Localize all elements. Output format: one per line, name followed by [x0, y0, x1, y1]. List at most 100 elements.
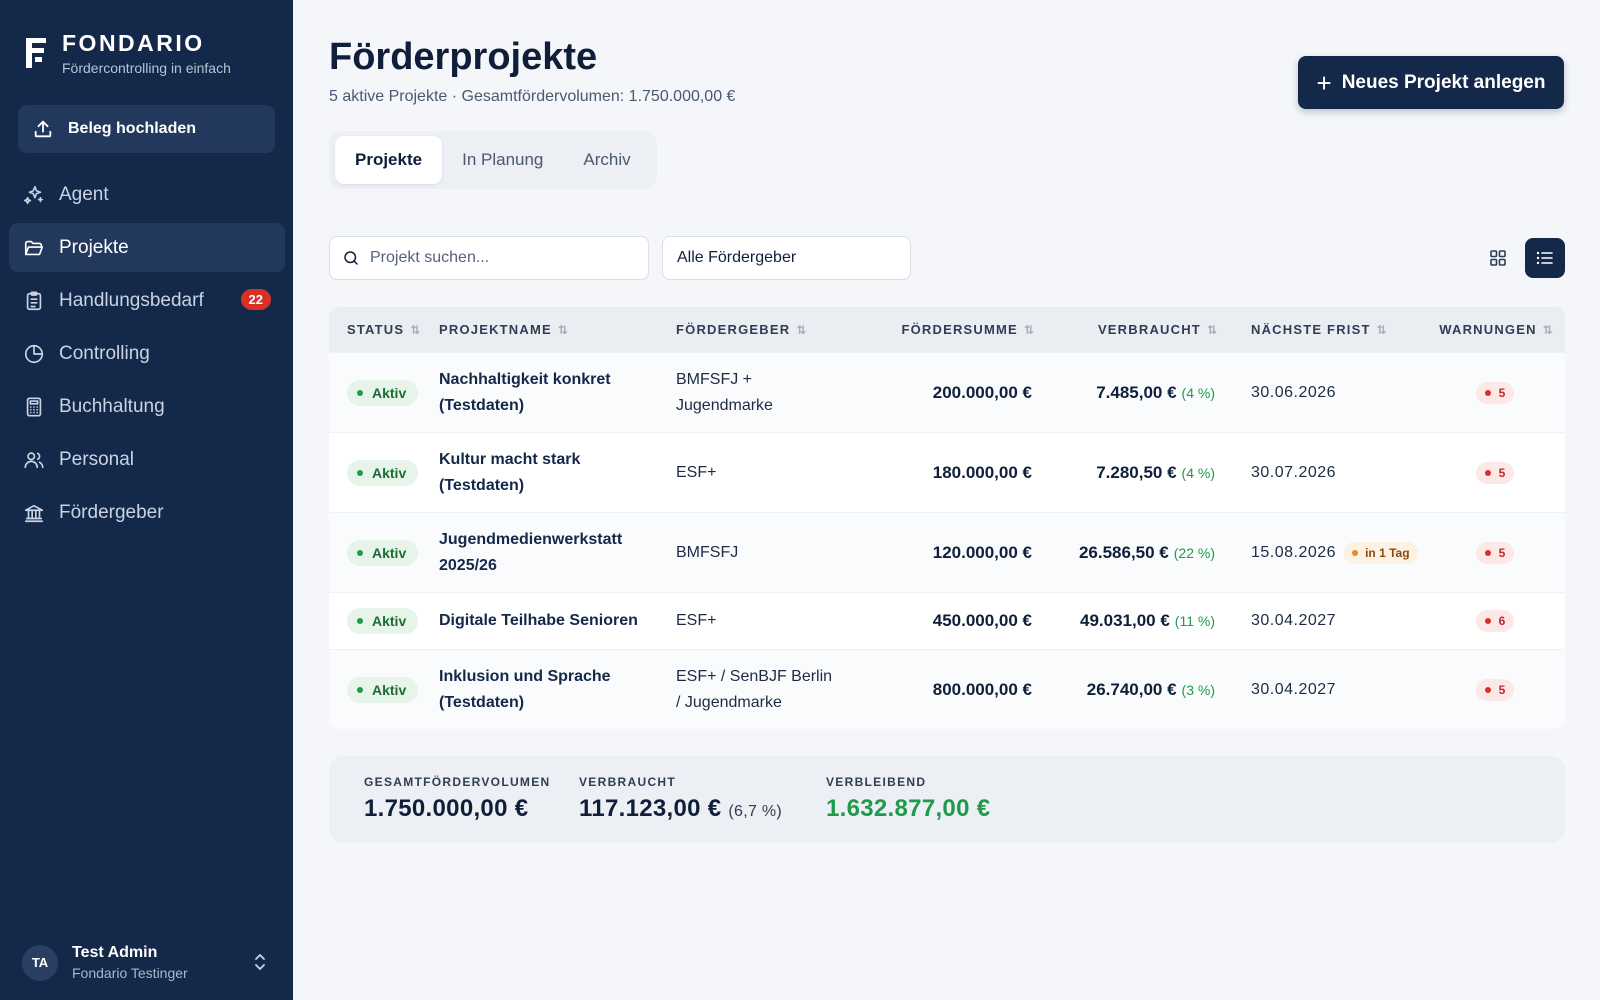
sidebar-item-projekte[interactable]: Projekte	[9, 223, 285, 272]
used-amount: 26.740,00 €	[1086, 679, 1177, 699]
sort-icon: ⇅	[1023, 322, 1034, 337]
upload-receipt-button[interactable]: Beleg hochladen	[18, 105, 275, 153]
sidebar-item-controlling[interactable]: Controlling	[9, 329, 285, 378]
funding-amount: 800.000,00 €	[932, 679, 1032, 699]
sidebar-item-handlungsbedarf[interactable]: Handlungsbedarf 22	[9, 276, 285, 325]
sidebar-nav: Agent Projekte Handlungsbedarf 22 Contro…	[9, 170, 285, 541]
warnings-cell: 6	[1425, 610, 1565, 632]
sidebar-item-buchhaltung[interactable]: Buchhaltung	[9, 382, 285, 431]
funder-filter-select[interactable]: Alle Fördergeber	[662, 236, 911, 280]
project-name-cell[interactable]: Inklusion und Sprache (Testdaten)	[439, 664, 676, 716]
column-header-warnungen[interactable]: WARNUNGEN ⇅	[1425, 322, 1565, 337]
grid-icon	[1490, 250, 1506, 266]
project-name-cell[interactable]: Jugendmedienwerkstatt 2025/26	[439, 527, 676, 579]
table-row[interactable]: Aktiv Kultur macht stark (Testdaten) ESF+…	[329, 432, 1565, 512]
column-header-projektname[interactable]: PROJEKTNAME ⇅	[439, 322, 676, 337]
status-dot	[357, 389, 363, 396]
project-name-line2: (Testdaten)	[439, 396, 525, 414]
table-row[interactable]: Aktiv Jugendmedienwerkstatt 2025/26 BMFSF…	[329, 512, 1565, 592]
warnings-badge[interactable]: 5	[1475, 381, 1515, 404]
status-label: Aktiv	[372, 681, 407, 698]
status-cell: Aktiv	[329, 459, 439, 486]
summary-panel: GESAMTFÖRDERVOLUMEN 1.750.000,00 € VERBR…	[329, 756, 1565, 843]
used-cell: 7.485,00 € (4 %)	[1032, 383, 1215, 403]
summary-total-value: 1.750.000,00 €	[364, 795, 529, 822]
tab-in-planung[interactable]: In Planung	[442, 136, 563, 184]
project-name: Inklusion und Sprache	[439, 667, 611, 685]
column-label: FÖRDERGEBER	[676, 322, 791, 337]
funding-amount: 180.000,00 €	[932, 462, 1032, 482]
summary-used-label: VERBRAUCHT	[579, 775, 676, 789]
summary-total-label: GESAMTFÖRDERVOLUMEN	[364, 775, 551, 789]
status-badge: Aktiv	[347, 379, 419, 406]
warnings-badge[interactable]: 5	[1475, 461, 1515, 484]
table-row[interactable]: Aktiv Nachhaltigkeit konkret (Testdaten) …	[329, 352, 1565, 432]
funder-name: ESF+	[676, 463, 717, 481]
search-input[interactable]	[370, 249, 640, 267]
list-view-button[interactable]	[1525, 238, 1565, 278]
search-box[interactable]	[329, 236, 649, 280]
project-name-cell[interactable]: Digitale Teilhabe Senioren	[439, 608, 676, 634]
brand[interactable]: FONDARIO Fördercontrolling in einfach	[24, 30, 231, 76]
funder-cell: ESF+	[676, 608, 862, 634]
project-name: Nachhaltigkeit konkret	[439, 370, 611, 388]
sparkles-icon	[24, 185, 44, 204]
warning-dot	[1484, 389, 1491, 396]
sort-icon: ⇅	[1542, 322, 1553, 337]
funding-amount: 120.000,00 €	[932, 542, 1032, 562]
table-row[interactable]: Aktiv Digitale Teilhabe Senioren ESF+ 45…	[329, 592, 1565, 649]
column-header-verbraucht[interactable]: VERBRAUCHT ⇅	[1032, 322, 1217, 337]
tab-bar: Projekte In Planung Archiv	[329, 131, 657, 189]
brand-name: FONDARIO	[62, 30, 205, 56]
bank-icon	[24, 504, 44, 522]
new-project-label: Neues Projekt anlegen	[1341, 71, 1546, 93]
used-cell: 26.586,50 € (22 %)	[1032, 543, 1215, 563]
warnings-badge[interactable]: 5	[1475, 678, 1515, 701]
list-icon	[1536, 251, 1553, 265]
summary-used-percent: (6,7 %)	[728, 803, 783, 820]
project-name-cell[interactable]: Kultur macht stark (Testdaten)	[439, 447, 676, 499]
sidebar-item-foerdergeber[interactable]: Fördergeber	[9, 488, 285, 537]
user-menu[interactable]: TA Test Admin Fondario Testinger	[22, 944, 272, 981]
status-cell: Aktiv	[329, 676, 439, 703]
sidebar-item-label: Agent	[59, 183, 109, 205]
deadline-warning-badge: in 1 Tag	[1344, 541, 1418, 564]
grid-view-button[interactable]	[1478, 238, 1518, 278]
funder-filter-value: Alle Fördergeber	[677, 249, 797, 266]
deadline-cell: 15.08.2026 in 1 Tag	[1215, 541, 1425, 564]
used-amount: 7.280,50 €	[1096, 462, 1177, 482]
deadline-cell: 30.04.2027	[1215, 681, 1425, 699]
funder-cell: ESF+	[676, 460, 862, 486]
sidebar-item-agent[interactable]: Agent	[9, 170, 285, 219]
fondario-logo-icon	[26, 38, 46, 68]
status-cell: Aktiv	[329, 539, 439, 566]
warnings-cell: 5	[1425, 461, 1565, 484]
project-name-cell[interactable]: Nachhaltigkeit konkret (Testdaten)	[439, 367, 676, 419]
column-header-foerdergeber[interactable]: FÖRDERGEBER ⇅	[676, 322, 862, 337]
column-label: STATUS	[347, 322, 405, 337]
deadline-dot	[1352, 549, 1359, 556]
warnings-cell: 5	[1425, 381, 1565, 404]
page-subtitle: 5 aktive Projekte · Gesamtfördervolumen:…	[329, 88, 736, 105]
warning-dot	[1484, 549, 1491, 556]
sidebar-item-label: Handlungsbedarf	[59, 289, 204, 311]
column-header-status[interactable]: STATUS ⇅	[329, 322, 439, 337]
upload-icon	[34, 120, 52, 138]
column-header-naechste-frist[interactable]: NÄCHSTE FRIST ⇅	[1215, 322, 1425, 337]
used-amount: 26.586,50 €	[1078, 542, 1169, 562]
warnings-badge[interactable]: 5	[1475, 541, 1515, 564]
warnings-badge[interactable]: 6	[1475, 610, 1515, 632]
folder-open-icon	[24, 240, 44, 255]
sidebar-item-personal[interactable]: Personal	[9, 435, 285, 484]
tab-archiv[interactable]: Archiv	[563, 136, 650, 184]
status-cell: Aktiv	[329, 379, 439, 406]
used-cell: 7.280,50 € (4 %)	[1032, 463, 1215, 483]
user-name: Test Admin	[72, 944, 158, 961]
funder-name-line2: / Jugendmarke	[676, 693, 782, 711]
table-row[interactable]: Aktiv Inklusion und Sprache (Testdaten) E…	[329, 649, 1565, 729]
column-header-foerdersumme[interactable]: FÖRDERSUMME ⇅	[862, 322, 1034, 337]
chevron-up-down-icon[interactable]	[252, 952, 268, 972]
tab-projekte[interactable]: Projekte	[335, 136, 443, 184]
new-project-button[interactable]: + Neues Projekt anlegen	[1298, 56, 1564, 109]
funding-amount: 450.000,00 €	[932, 611, 1032, 630]
